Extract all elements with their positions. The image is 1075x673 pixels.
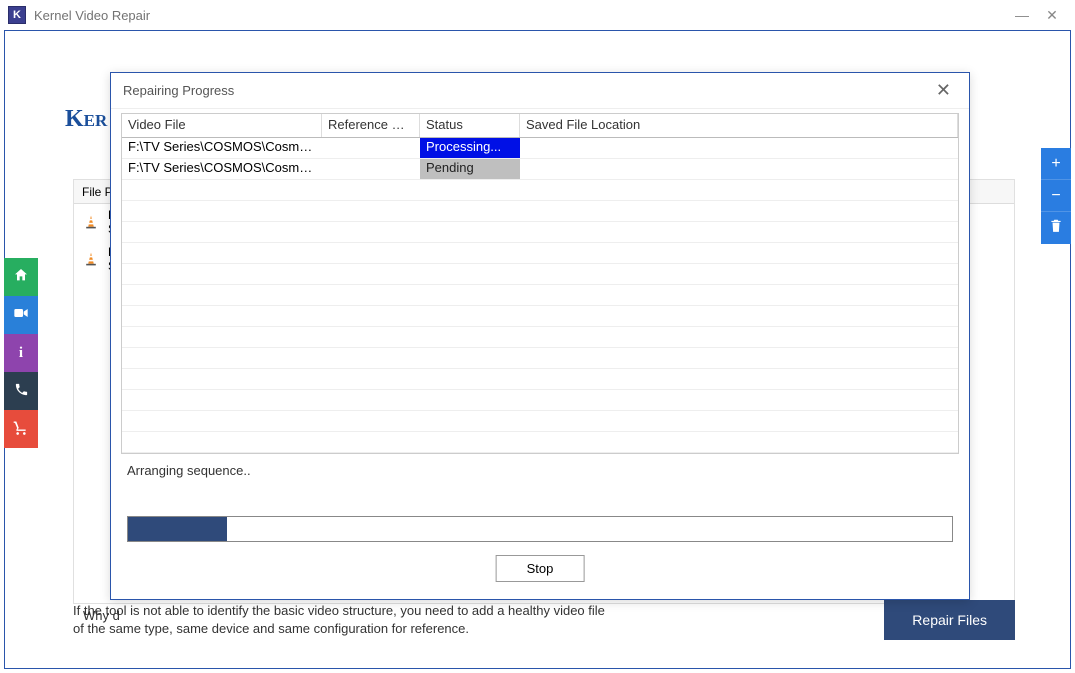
cell-video-file: F:\TV Series\COSMOS\Cosmos... (122, 138, 322, 158)
cell-saved (520, 159, 958, 179)
table-row-empty (122, 390, 958, 411)
remove-file-button[interactable]: − (1041, 180, 1071, 212)
info-button[interactable]: i (4, 334, 38, 372)
dialog-header: Repairing Progress ✕ (111, 73, 969, 109)
info-icon: i (19, 345, 23, 362)
table-row-empty (122, 285, 958, 306)
table-row-empty (122, 411, 958, 432)
reference-hint-text: If the tool is not able to identify the … (73, 602, 613, 638)
vlc-cone-icon (82, 251, 100, 267)
repair-files-button[interactable]: Repair Files (884, 600, 1015, 640)
clear-files-button[interactable] (1041, 212, 1071, 244)
table-row-empty (122, 432, 958, 453)
cell-status: Processing... (420, 138, 520, 158)
cell-ref (322, 159, 420, 179)
cell-ref (322, 138, 420, 158)
table-row-empty (122, 180, 958, 201)
minimize-button[interactable]: — (1007, 3, 1037, 27)
progress-grid: Video File Reference Vi... Status Saved … (121, 113, 959, 454)
right-action-strip: + − (1041, 148, 1071, 244)
cart-icon (13, 420, 29, 439)
home-button[interactable] (4, 258, 38, 296)
table-row[interactable]: F:\TV Series\COSMOS\Cosmos... Processing… (122, 138, 958, 159)
table-row-empty (122, 369, 958, 390)
col-saved-location[interactable]: Saved File Location (520, 114, 958, 137)
window-title: Kernel Video Repair (34, 8, 150, 23)
brand-logo-text: Ker (65, 106, 107, 133)
home-icon (13, 267, 29, 287)
progress-bar (127, 516, 953, 542)
table-row-empty (122, 348, 958, 369)
dialog-title: Repairing Progress (123, 83, 234, 98)
table-row-empty (122, 243, 958, 264)
plus-icon: + (1051, 155, 1060, 173)
cell-saved (520, 138, 958, 158)
vlc-cone-icon (82, 214, 100, 230)
contact-button[interactable] (4, 372, 38, 410)
col-reference-video[interactable]: Reference Vi... (322, 114, 420, 137)
video-icon (13, 306, 29, 324)
phone-icon (14, 382, 29, 401)
progress-status-text: Arranging sequence.. (127, 463, 251, 478)
window-titlebar: K Kernel Video Repair — ✕ (0, 0, 1075, 30)
table-row[interactable]: F:\TV Series\COSMOS\Cosmos... Pending (122, 159, 958, 180)
col-video-file[interactable]: Video File (122, 114, 322, 137)
grid-header: Video File Reference Vi... Status Saved … (122, 114, 958, 138)
col-status[interactable]: Status (420, 114, 520, 137)
close-button[interactable]: ✕ (1037, 3, 1067, 27)
grid-body: F:\TV Series\COSMOS\Cosmos... Processing… (122, 138, 958, 453)
minus-icon: − (1051, 187, 1060, 205)
trash-icon (1049, 218, 1063, 238)
left-action-strip: i (4, 258, 38, 448)
stop-button[interactable]: Stop (496, 555, 585, 582)
app-icon: K (8, 6, 26, 24)
add-file-button[interactable]: + (1041, 148, 1071, 180)
table-row-empty (122, 201, 958, 222)
cell-video-file: F:\TV Series\COSMOS\Cosmos... (122, 159, 322, 179)
table-row-empty (122, 222, 958, 243)
table-row-empty (122, 327, 958, 348)
table-row-empty (122, 264, 958, 285)
repairing-progress-dialog: Repairing Progress ✕ Video File Referenc… (110, 72, 970, 600)
cart-button[interactable] (4, 410, 38, 448)
progress-bar-fill (128, 517, 227, 541)
cell-status: Pending (420, 159, 520, 179)
dialog-close-button[interactable]: ✕ (930, 80, 957, 101)
video-button[interactable] (4, 296, 38, 334)
table-row-empty (122, 306, 958, 327)
